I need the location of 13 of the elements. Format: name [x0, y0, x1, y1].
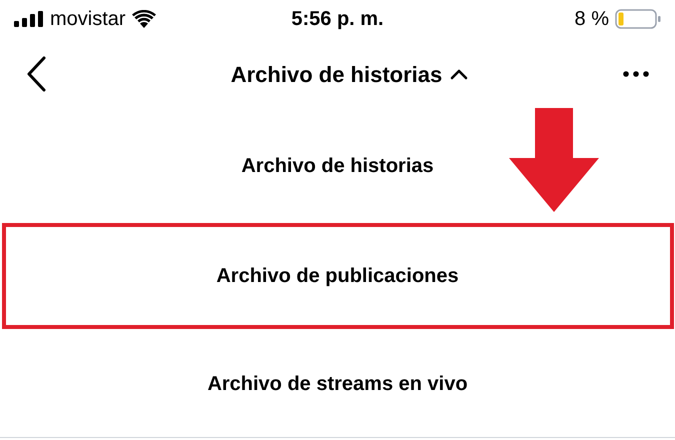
signal-icon [14, 11, 44, 27]
menu-item[interactable]: Archivo de historias [2, 113, 674, 219]
arrow-icon [509, 108, 599, 212]
battery-percent: 8 % [574, 7, 609, 32]
menu-item[interactable]: Archivo de streams en vivo [2, 330, 674, 436]
wifi-icon [132, 10, 156, 28]
back-icon [26, 56, 46, 92]
more-icon [622, 71, 649, 77]
title-dropdown[interactable]: Archivo de historias [230, 58, 468, 90]
carrier-name: movistar [50, 7, 126, 32]
status-time: 5:56 p. m. [291, 7, 384, 32]
battery-icon [614, 9, 661, 29]
menu-item[interactable]: Archivo de publicaciones [2, 223, 674, 329]
